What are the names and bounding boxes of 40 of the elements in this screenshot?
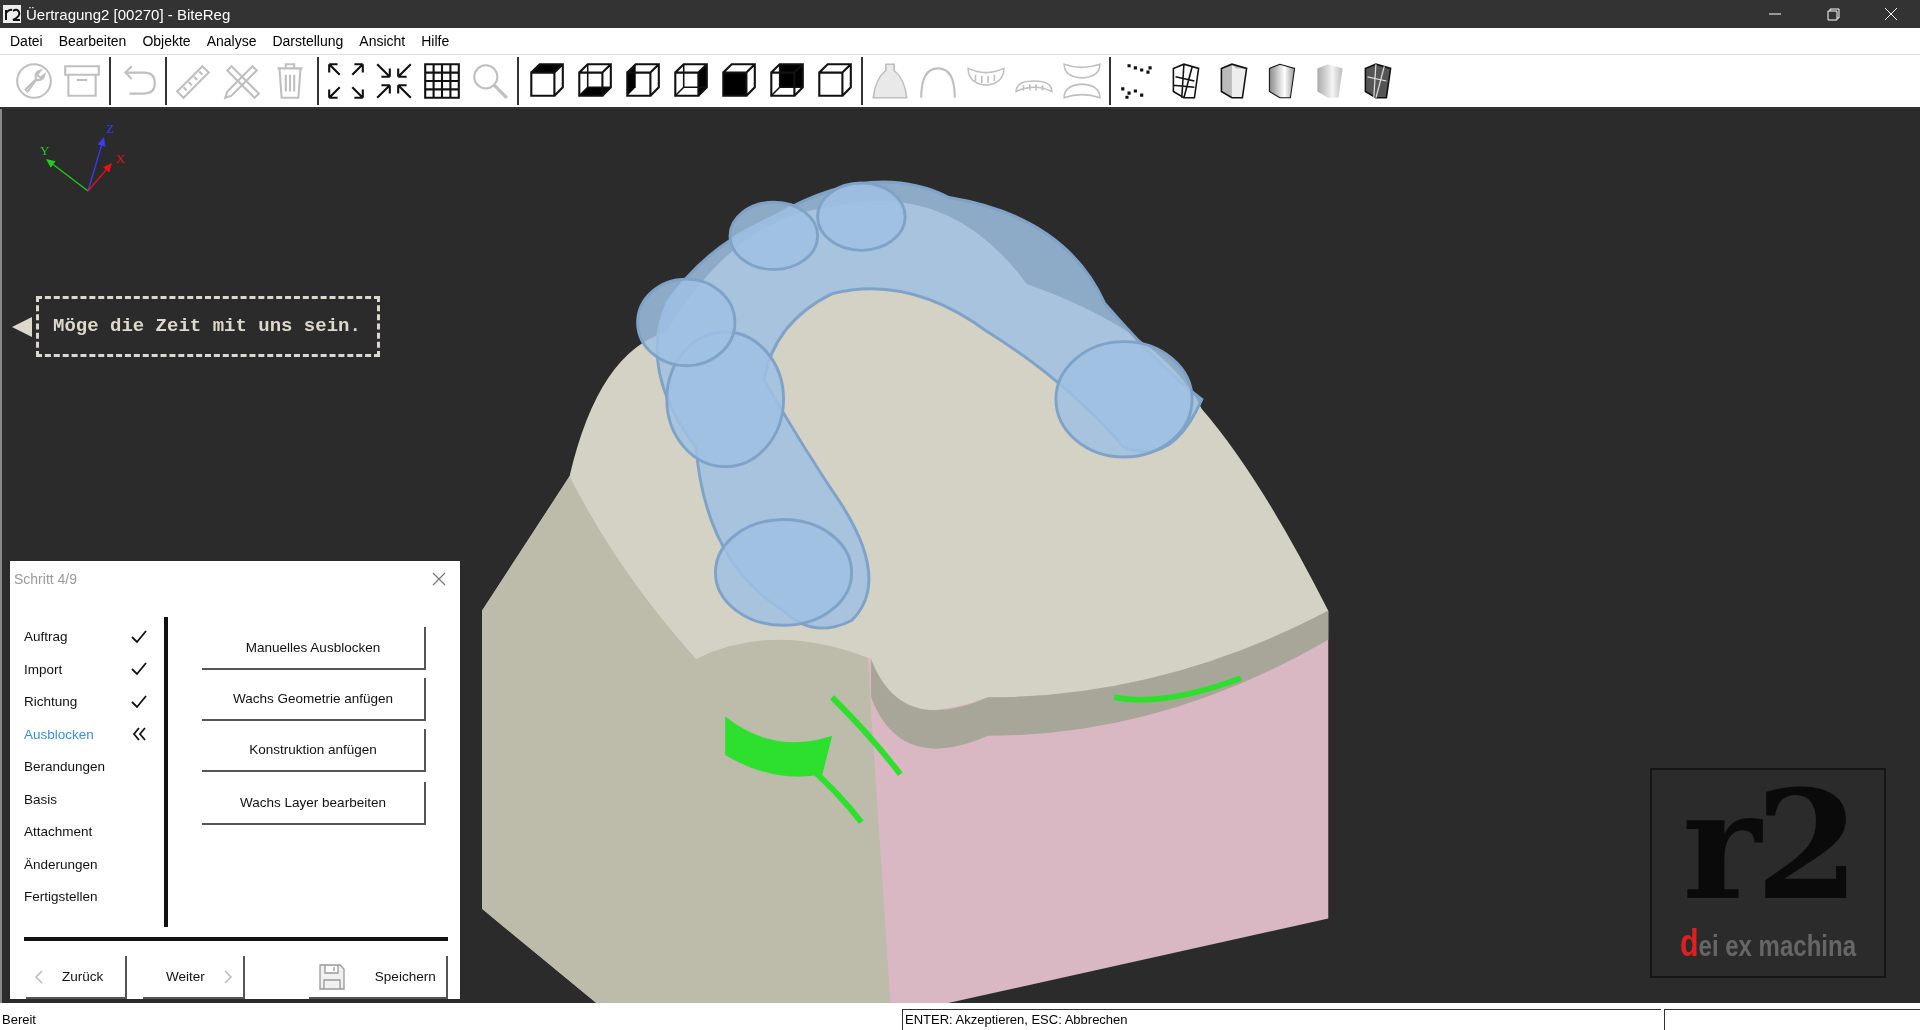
logo-tagline: dei ex machina bbox=[1680, 922, 1856, 965]
step-label[interactable]: Richtung bbox=[24, 694, 78, 710]
grid-icon[interactable] bbox=[421, 60, 463, 102]
back-button[interactable]: Zurück bbox=[26, 956, 128, 999]
step-label[interactable]: Änderungen bbox=[24, 856, 98, 872]
step-label[interactable]: Import bbox=[24, 661, 63, 677]
axis-label: Y bbox=[40, 143, 50, 158]
status-text: ENTER: Akzeptieren, ESC: Abbrechen bbox=[902, 1009, 1661, 1030]
close-icon[interactable] bbox=[432, 572, 446, 587]
next-button[interactable]: Weiter bbox=[143, 956, 245, 999]
expand-icon[interactable] bbox=[325, 60, 367, 102]
menu-item[interactable]: Datei bbox=[2, 33, 51, 49]
action-button[interactable]: Wachs Layer bearbeiten bbox=[202, 782, 426, 826]
action-button[interactable]: Konstruktion anfügen bbox=[202, 729, 426, 773]
menu-item[interactable]: Analyse bbox=[198, 33, 265, 49]
chevron-left-icon bbox=[34, 968, 44, 985]
menu-item[interactable]: Objekte bbox=[134, 33, 199, 49]
step-label[interactable]: Auftrag bbox=[24, 629, 68, 645]
hint-message: Möge die Zeit mit uns sein. bbox=[36, 296, 380, 357]
step-label[interactable]: Basis bbox=[24, 791, 57, 807]
pointer-arrow-icon bbox=[10, 314, 34, 339]
step-label[interactable]: Attachment bbox=[24, 824, 93, 840]
app-icon bbox=[2, 4, 22, 24]
chevron-right-icon bbox=[222, 968, 233, 985]
axis-label: X bbox=[116, 151, 126, 166]
menu-item[interactable]: Darstellung bbox=[264, 33, 352, 49]
step-label[interactable]: Berandungen bbox=[24, 759, 106, 775]
menu-item[interactable]: Hilfe bbox=[413, 33, 458, 49]
step-label[interactable]: Ausblocken bbox=[24, 726, 94, 742]
3d-viewport[interactable] bbox=[0, 109, 1920, 1003]
save-button[interactable]: Speichern bbox=[308, 956, 448, 999]
axis-label: Z bbox=[106, 121, 114, 136]
action-button[interactable]: Manuelles Ausblocken bbox=[202, 627, 426, 671]
status-text: Bereit bbox=[1, 1011, 37, 1029]
panel-title: Schritt 4/9 bbox=[14, 571, 78, 588]
window-title: Üertragung2 [00270] - BiteReg bbox=[26, 5, 232, 23]
menu-item[interactable]: Bearbeiten bbox=[50, 33, 135, 49]
action-button[interactable]: Wachs Geometrie anfügen bbox=[202, 678, 426, 722]
step-label[interactable]: Fertigstellen bbox=[24, 889, 98, 905]
menu-item[interactable]: Ansicht bbox=[351, 33, 414, 49]
